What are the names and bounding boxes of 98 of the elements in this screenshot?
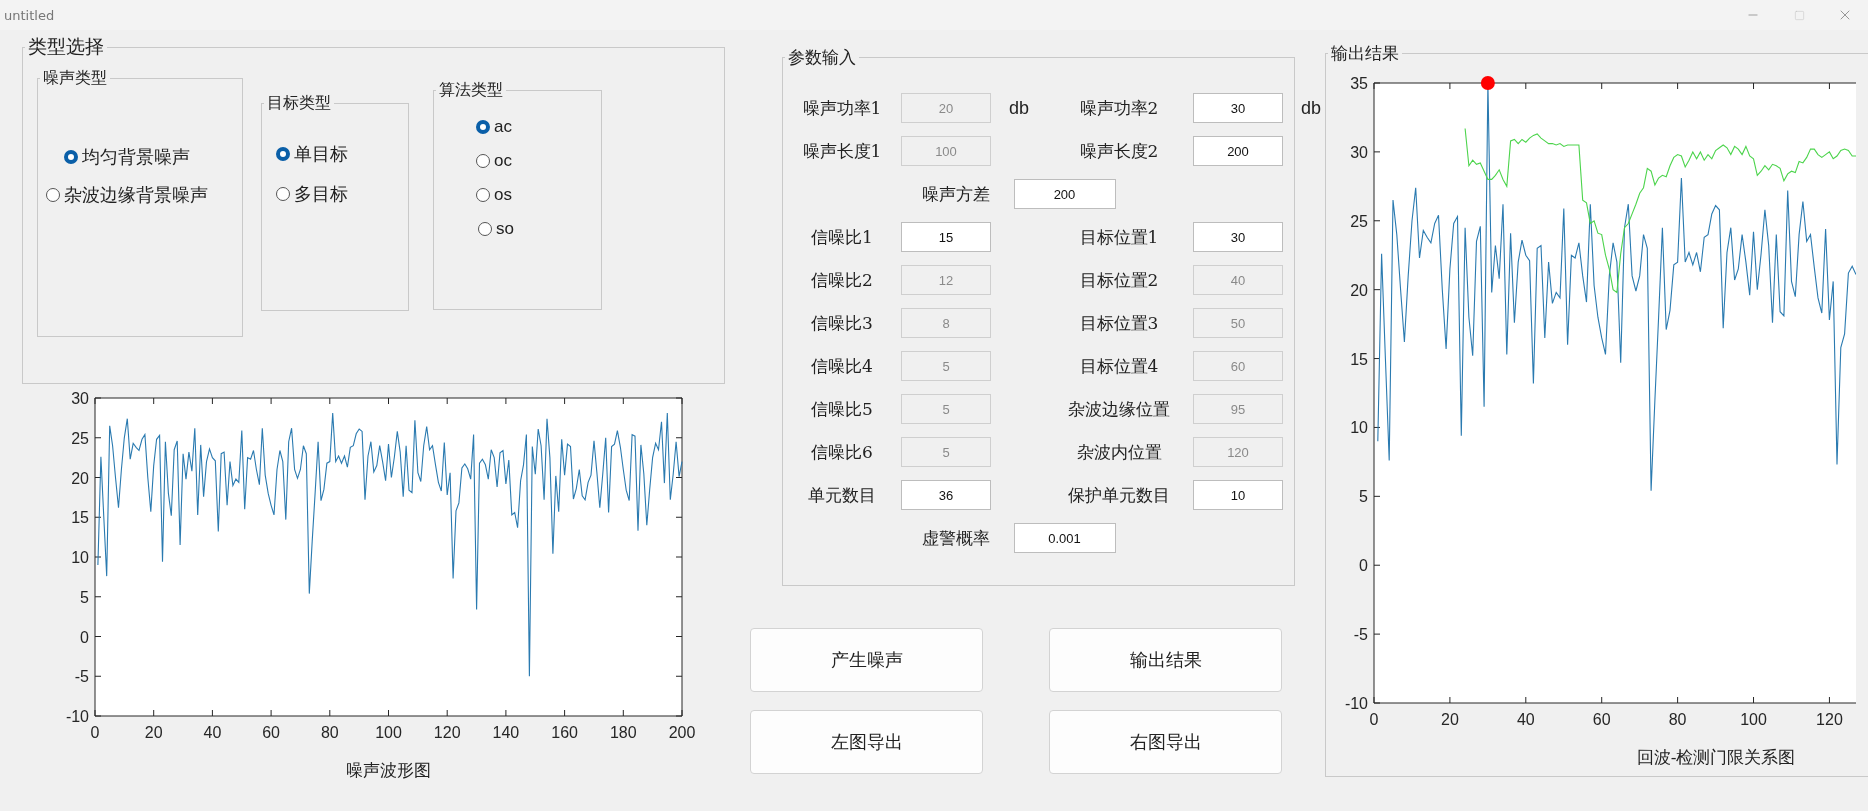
tick-label: 20 <box>1441 711 1459 728</box>
tick-label: 25 <box>1350 212 1368 230</box>
input-field[interactable]: 10 <box>1193 480 1283 510</box>
field-label: 目标位置4 <box>1078 354 1160 378</box>
tick-label: 0 <box>90 724 100 741</box>
input-field[interactable]: 0.001 <box>1013 523 1116 553</box>
field-label: 虚警概率 <box>921 526 990 550</box>
field-label: 噪声长度1 <box>801 139 883 163</box>
radio-button[interactable] <box>478 222 492 236</box>
tick-label: 200 <box>668 724 696 741</box>
tick-label: 40 <box>203 724 222 741</box>
unit-label: db <box>1008 97 1031 119</box>
tick-label: 10 <box>71 549 89 566</box>
tick-label: 20 <box>144 724 163 741</box>
field-label: 单元数目 <box>807 483 877 507</box>
radio-button[interactable] <box>64 150 78 164</box>
group-title: 噪声类型 <box>42 68 108 89</box>
field-label: 信噪比3 <box>810 311 874 335</box>
axis-label: 回波-检测门限关系图 <box>1636 747 1796 765</box>
field-label: 信噪比1 <box>810 225 874 249</box>
field-label: 信噪比6 <box>810 440 874 464</box>
tick-label: 25 <box>71 429 89 447</box>
tick-label: 100 <box>375 724 402 741</box>
field-label: 噪声长度2 <box>1078 139 1160 163</box>
tick-label: 0 <box>1359 557 1368 575</box>
tick-label: 120 <box>1816 711 1843 728</box>
tick-label: -5 <box>1353 626 1368 644</box>
radio-label: 杂波边缘背景噪声 <box>64 183 208 207</box>
radio-label: ac <box>494 117 512 137</box>
tick-label: 80 <box>320 724 339 741</box>
action-button[interactable]: 右图导出 <box>1049 710 1282 774</box>
input-field[interactable]: 30 <box>1193 93 1283 123</box>
field-label: 目标位置2 <box>1078 268 1160 292</box>
radio-label: os <box>494 185 512 205</box>
action-button[interactable]: 左图导出 <box>750 710 983 774</box>
tick-label: 40 <box>1516 711 1535 728</box>
tick-label: 35 <box>1350 75 1368 92</box>
radio-button[interactable] <box>476 188 490 202</box>
unit-label: db <box>1300 97 1323 119</box>
field-label: 目标位置1 <box>1078 225 1160 249</box>
group-title: 目标类型 <box>266 93 332 114</box>
field-label: 信噪比2 <box>810 268 874 292</box>
tick-label: 15 <box>1350 350 1368 368</box>
tick-label: 20 <box>71 469 89 487</box>
radio-button[interactable] <box>476 154 490 168</box>
tick-label: 30 <box>71 390 89 407</box>
tick-label: 60 <box>1592 711 1611 728</box>
radio-button[interactable] <box>276 187 290 201</box>
radio-label: 多目标 <box>294 182 348 206</box>
tick-label: 10 <box>1350 419 1368 437</box>
tick-label: 20 <box>1350 281 1368 299</box>
field-label: 杂波内位置 <box>1075 440 1163 464</box>
window-title: untitled <box>4 7 55 23</box>
field-label: 保护单元数目 <box>1067 483 1171 507</box>
panel-title: 参数输入 <box>787 46 857 69</box>
tick-label: 5 <box>1359 488 1368 506</box>
tick-label: 180 <box>609 724 637 741</box>
target-marker <box>1480 76 1495 90</box>
radio-label: 单目标 <box>294 142 348 166</box>
panel-title: 类型选择 <box>27 34 105 59</box>
input-field[interactable]: 15 <box>901 222 991 252</box>
field-label: 噪声功率2 <box>1078 96 1160 120</box>
field-label: 噪声功率1 <box>801 96 883 120</box>
panel-title: 输出结果 <box>1330 42 1400 65</box>
tick-label: 0 <box>80 628 89 646</box>
radio-button[interactable] <box>476 120 490 134</box>
group-title: 算法类型 <box>438 80 504 101</box>
input-field[interactable]: 36 <box>901 480 991 510</box>
input-field[interactable]: 30 <box>1193 222 1283 252</box>
radio-label: 均匀背景噪声 <box>82 145 190 169</box>
input-field[interactable]: 200 <box>1193 136 1283 166</box>
radio-button[interactable] <box>46 188 60 202</box>
tick-label: 60 <box>262 724 280 741</box>
action-button[interactable]: 输出结果 <box>1049 628 1282 692</box>
tick-label: 140 <box>492 724 520 741</box>
axis-label: 噪声波形图 <box>346 760 431 780</box>
tick-label: 5 <box>80 588 89 606</box>
tick-label: 120 <box>433 724 461 741</box>
tick-label: 160 <box>551 724 578 741</box>
field-label: 信噪比4 <box>810 354 874 378</box>
field-label: 杂波边缘位置 <box>1067 397 1171 421</box>
radio-button[interactable] <box>276 147 290 161</box>
tick-label: 15 <box>71 509 89 527</box>
tick-label: -5 <box>74 668 89 686</box>
tick-label: 0 <box>1369 711 1379 728</box>
tick-label: -10 <box>65 708 89 725</box>
tick-label: -10 <box>1344 695 1368 712</box>
tick-label: 100 <box>1740 711 1767 728</box>
maximize-icon <box>1793 9 1805 21</box>
field-label: 目标位置3 <box>1078 311 1160 335</box>
radio-label: so <box>496 219 514 239</box>
action-button[interactable]: 产生噪声 <box>750 628 983 692</box>
tick-label: 30 <box>1350 143 1368 161</box>
field-label: 噪声方差 <box>921 182 990 206</box>
input-field[interactable]: 200 <box>1013 179 1116 209</box>
tick-label: 80 <box>1668 711 1687 728</box>
field-label: 信噪比5 <box>810 397 874 421</box>
radio-label: oc <box>494 151 512 171</box>
